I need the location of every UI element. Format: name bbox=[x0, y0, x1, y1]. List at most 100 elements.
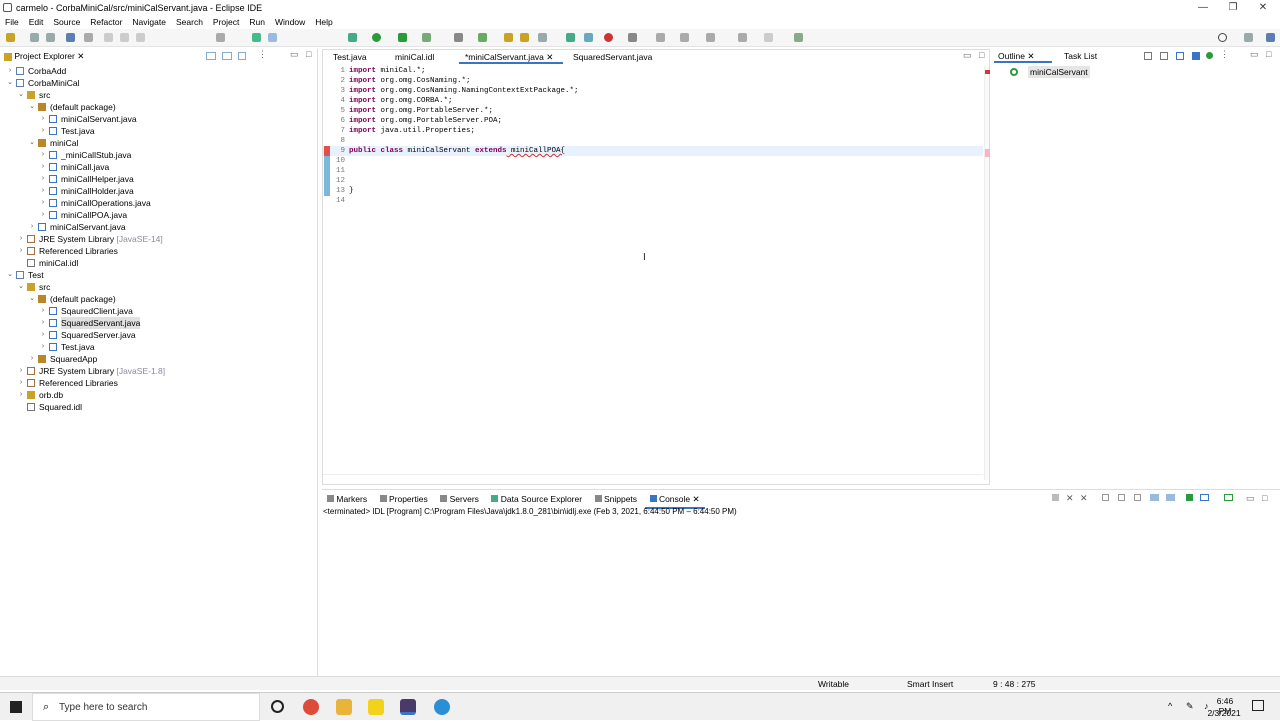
coverage-icon[interactable] bbox=[398, 33, 407, 42]
menu-source[interactable]: Source bbox=[48, 15, 85, 27]
change-gutter-marker[interactable] bbox=[324, 166, 330, 176]
collapse-outline-icon[interactable] bbox=[1144, 52, 1152, 60]
chevron-right-icon[interactable]: › bbox=[39, 185, 47, 197]
edge-icon[interactable] bbox=[434, 699, 450, 715]
tree-item[interactable]: › Referenced Libraries bbox=[0, 377, 318, 389]
close-icon[interactable]: ✕ bbox=[693, 494, 700, 504]
code-line[interactable]: 11 bbox=[323, 166, 983, 176]
view-menu-icon[interactable]: ⋮ bbox=[1220, 49, 1229, 60]
toggle-mark-icon[interactable] bbox=[252, 33, 261, 42]
minimize-view-icon[interactable]: ▭ bbox=[290, 49, 299, 60]
tree-item[interactable]: › CorbaAdd bbox=[0, 65, 318, 77]
close-button[interactable]: ✕ bbox=[1248, 0, 1278, 15]
menu-edit[interactable]: Edit bbox=[24, 15, 49, 27]
collapse-all-icon[interactable] bbox=[206, 52, 216, 60]
maximize-view-icon[interactable]: □ bbox=[1266, 49, 1271, 59]
chevron-down-icon[interactable]: ⌄ bbox=[28, 101, 36, 113]
stop-icon[interactable] bbox=[136, 33, 145, 42]
link-editor-icon[interactable] bbox=[222, 52, 232, 60]
pin-console-icon[interactable] bbox=[1186, 494, 1193, 501]
menu-help[interactable]: Help bbox=[310, 15, 337, 27]
tab-project-explorer[interactable]: Project Explorer ✕ bbox=[0, 49, 100, 63]
tree-item[interactable]: › JRE System Library [JavaSE-1.8] bbox=[0, 365, 318, 377]
code-line[interactable]: 14 bbox=[323, 196, 983, 206]
chevron-right-icon[interactable]: › bbox=[6, 65, 14, 77]
open-perspective-icon[interactable] bbox=[1244, 33, 1253, 42]
server-icon[interactable] bbox=[628, 33, 637, 42]
maximize-editor-icon[interactable]: □ bbox=[979, 50, 984, 60]
terminate-icon[interactable] bbox=[1052, 494, 1059, 501]
tab-properties[interactable]: Properties bbox=[375, 492, 433, 506]
maximize-view-icon[interactable]: □ bbox=[306, 49, 311, 59]
horizontal-scrollbar[interactable] bbox=[323, 474, 983, 484]
tree-item[interactable]: › Test.java bbox=[0, 341, 318, 353]
chevron-right-icon[interactable]: › bbox=[39, 161, 47, 173]
chevron-down-icon[interactable]: ⌄ bbox=[28, 137, 36, 149]
code-line[interactable]: 8 bbox=[323, 136, 983, 146]
notification-icon[interactable] bbox=[1252, 700, 1264, 711]
sticky-notes-icon[interactable] bbox=[368, 699, 384, 715]
tab-squaredservant-java[interactable]: SquaredServant.java bbox=[567, 50, 667, 64]
tab-minical-idl[interactable]: miniCal.idl bbox=[389, 50, 457, 64]
menu-window[interactable]: Window bbox=[270, 15, 310, 27]
chevron-down-icon[interactable]: ⌄ bbox=[6, 77, 14, 89]
tree-item[interactable]: › miniCall.java bbox=[0, 161, 318, 173]
tree-item[interactable]: ⌄ src bbox=[0, 281, 318, 293]
clear-console-icon[interactable] bbox=[1102, 494, 1109, 501]
console-output[interactable] bbox=[322, 518, 1280, 668]
code-line[interactable]: 3 import org.omg.CosNaming.NamingContextE… bbox=[323, 86, 983, 96]
highlight-icon[interactable] bbox=[268, 33, 277, 42]
tree-item[interactable]: › Referenced Libraries bbox=[0, 245, 318, 257]
next-annotation-icon[interactable] bbox=[656, 33, 665, 42]
chevron-right-icon[interactable]: › bbox=[39, 329, 47, 341]
chevron-right-icon[interactable]: › bbox=[17, 365, 25, 377]
display-console-icon[interactable] bbox=[1200, 494, 1209, 501]
edit-icon[interactable] bbox=[538, 33, 547, 42]
external-tools-icon[interactable] bbox=[422, 33, 431, 42]
chevron-down-icon[interactable]: ⌄ bbox=[6, 269, 14, 281]
chevron-right-icon[interactable]: › bbox=[39, 209, 47, 221]
show-stderr-icon[interactable] bbox=[1166, 494, 1175, 501]
skip-breakpoints-icon[interactable] bbox=[84, 33, 93, 42]
cortana-icon[interactable] bbox=[271, 700, 284, 713]
new-icon[interactable] bbox=[6, 33, 15, 42]
code-line[interactable]: 10 bbox=[323, 156, 983, 166]
tree-item[interactable]: ⌄ Test bbox=[0, 269, 318, 281]
word-wrap-icon[interactable] bbox=[1134, 494, 1141, 501]
error-marker[interactable] bbox=[985, 70, 990, 74]
minimize-view-icon[interactable]: ▭ bbox=[1246, 493, 1255, 504]
open-folder-icon[interactable] bbox=[520, 33, 529, 42]
file-explorer-icon[interactable] bbox=[336, 699, 352, 715]
code-line[interactable]: 7 import java.util.Properties; bbox=[323, 126, 983, 136]
tree-item[interactable]: ⌄ miniCal bbox=[0, 137, 318, 149]
menu-navigate[interactable]: Navigate bbox=[127, 15, 171, 27]
search-icon[interactable] bbox=[1218, 33, 1227, 42]
code-line[interactable]: 6 import org.omg.PortableServer.POA; bbox=[323, 116, 983, 126]
back-icon[interactable] bbox=[738, 33, 747, 42]
tab-markers[interactable]: Markers bbox=[322, 492, 372, 506]
tree-item[interactable]: ⌄ CorbaMiniCal bbox=[0, 77, 318, 89]
chevron-right-icon[interactable]: › bbox=[28, 221, 36, 233]
taskbar-search-box[interactable]: ⌕ Type here to search bbox=[32, 693, 260, 721]
code-editor[interactable]: 1 import miniCal.*; 2 import org.omg.CosNam… bbox=[323, 66, 983, 206]
tree-item[interactable]: miniCal.idl bbox=[0, 257, 318, 269]
close-icon[interactable]: ✕ bbox=[1027, 51, 1034, 61]
close-icon[interactable]: ✕ bbox=[546, 52, 553, 62]
view-menu-icon[interactable]: ⋮ bbox=[258, 49, 267, 60]
new-java-project-icon[interactable] bbox=[454, 33, 463, 42]
chevron-right-icon[interactable]: › bbox=[17, 245, 25, 257]
show-stdout-icon[interactable] bbox=[1150, 494, 1159, 501]
scroll-lock-icon[interactable] bbox=[1118, 494, 1125, 501]
chevron-right-icon[interactable]: › bbox=[39, 341, 47, 353]
java-perspective-icon[interactable] bbox=[1266, 33, 1275, 42]
chrome-icon[interactable] bbox=[303, 699, 319, 715]
hide-fields-icon[interactable] bbox=[1176, 52, 1184, 60]
remove-launch-icon[interactable]: ✕ bbox=[1066, 493, 1074, 504]
tree-item[interactable]: › Test.java bbox=[0, 125, 318, 137]
close-icon[interactable]: ✕ bbox=[77, 51, 84, 61]
stop-server-icon[interactable] bbox=[604, 33, 613, 42]
tree-item[interactable]: ⌄ (default package) bbox=[0, 101, 318, 113]
run-icon[interactable] bbox=[372, 33, 381, 42]
chevron-down-icon[interactable]: ⌄ bbox=[17, 89, 25, 101]
chevron-right-icon[interactable]: › bbox=[17, 389, 25, 401]
